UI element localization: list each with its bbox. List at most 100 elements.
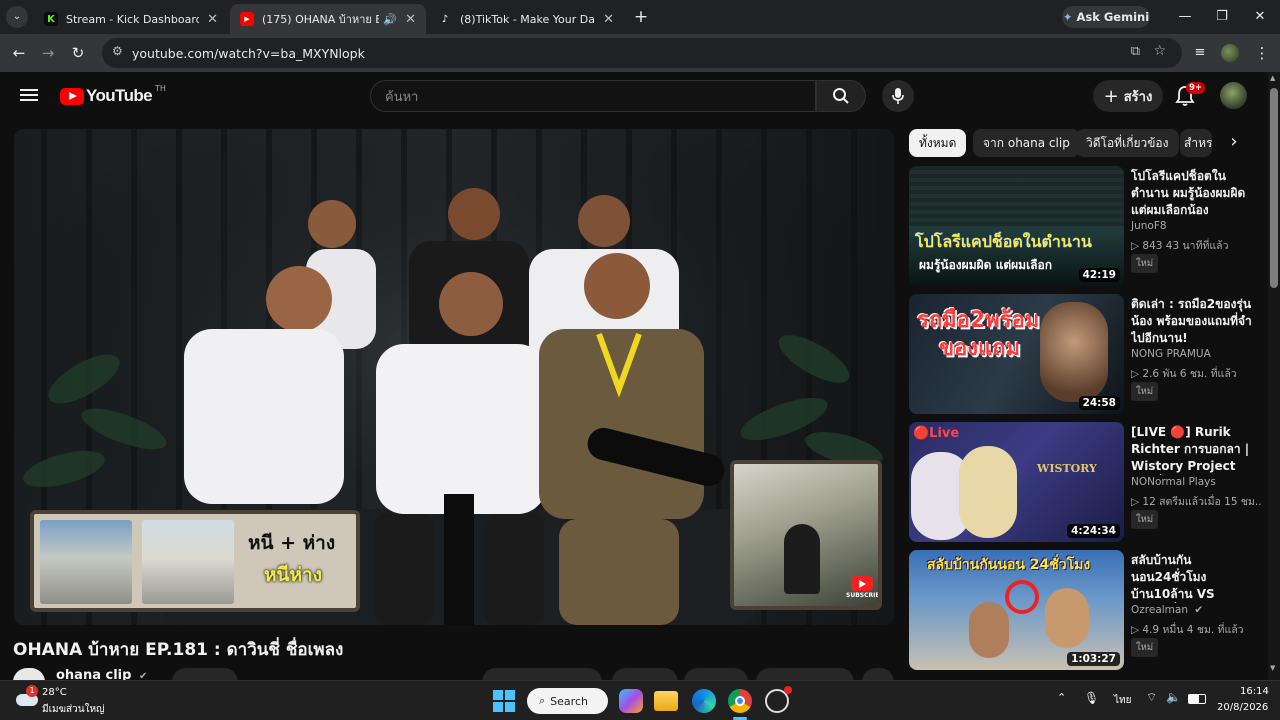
wifi-icon[interactable]: ⌔ xyxy=(1146,690,1157,705)
back-button[interactable]: ← xyxy=(7,41,31,65)
channel-name[interactable]: NONG PRAMUA xyxy=(1131,348,1211,360)
create-button[interactable]: + สร้าง xyxy=(1093,80,1163,112)
hamburger-menu-icon[interactable] xyxy=(20,86,38,104)
battery-icon[interactable] xyxy=(1188,694,1206,704)
youtube-logo-text: YouTube xyxy=(86,86,153,105)
video-duration: 4:24:34 xyxy=(1067,524,1120,538)
new-badge: ใหม่ xyxy=(1131,254,1159,273)
browser-tab-tiktok[interactable]: ♪ (8)TikTok - Make Your Day ✕ xyxy=(428,4,624,34)
search-button[interactable] xyxy=(816,80,866,112)
speaker-icon[interactable]: 🔊 xyxy=(383,13,397,26)
view-count: ▷ 843 43 นาทีที่แล้ว xyxy=(1131,240,1229,252)
recommendation-item[interactable]: รถมือ2พร้อม ของแถม 24:58 ติดเล่า : รถมือ… xyxy=(909,294,1265,416)
weather-widget[interactable]: 1 28°C มีเมฆส่วนใหญ่ xyxy=(14,685,134,717)
media-control-icon[interactable]: ≡ xyxy=(1188,41,1212,65)
taskbar-search-box[interactable]: ⌕ Search xyxy=(527,688,608,714)
chip-related[interactable]: วิดีโอที่เกี่ยวข้อง xyxy=(1076,129,1179,157)
chip-all[interactable]: ทั้งหมด xyxy=(909,129,967,157)
ask-gemini-button[interactable]: ✦ Ask Gemini xyxy=(1062,6,1150,28)
video-duration: 24:58 xyxy=(1078,396,1120,410)
bookmark-star-icon[interactable]: ☆ xyxy=(1153,43,1166,59)
video-player[interactable]: หนี + ห่าง หนีห่าง SUBSCRIBE xyxy=(14,129,894,625)
channel-name[interactable]: Ozrealman ✔ xyxy=(1131,604,1203,616)
close-tab-icon[interactable]: ✕ xyxy=(603,12,614,27)
browser-tab-youtube[interactable]: ▶ (175) OHANA บ้าหาย EP.181 🔊 ✕ xyxy=(230,4,426,34)
video-duration: 1:03:27 xyxy=(1067,652,1120,666)
close-window-button[interactable]: ✕ xyxy=(1245,6,1275,28)
recording-app-icon[interactable] xyxy=(765,686,792,713)
video-thumbnail[interactable]: 🔴Live WISTORY 4:24:34 xyxy=(909,422,1124,542)
maximize-button[interactable]: ❐ xyxy=(1207,6,1237,28)
search-placeholder: ค้นหา xyxy=(385,89,419,105)
video-title[interactable]: [LIVE 🔴] Rurik Richter การบอกลา | Wistor… xyxy=(1131,424,1261,475)
notifications-button[interactable]: 9+ xyxy=(1175,82,1206,109)
recommendation-item[interactable]: สลับบ้านกันนอน 24ชั่วโมง 1:03:27 สลับบ้า… xyxy=(909,550,1265,672)
chips-next-arrow-icon[interactable]: › xyxy=(1222,131,1246,155)
install-app-icon[interactable]: ⧉ xyxy=(1131,44,1140,59)
voice-search-button[interactable] xyxy=(882,80,914,112)
windows-start-icon[interactable] xyxy=(492,689,516,713)
tab-search-dropdown[interactable]: ⌄ xyxy=(6,6,28,28)
forward-button[interactable]: → xyxy=(36,41,60,65)
verified-icon: ✔ xyxy=(1194,604,1204,616)
recommendation-item[interactable]: โปโลรีแคปช็อตในตำนาน ผมรู้น้องผมผิด แต่ผ… xyxy=(909,166,1265,288)
search-icon xyxy=(833,88,849,104)
scrollbar-down-arrow-icon[interactable]: ▼ xyxy=(1270,664,1275,672)
video-title[interactable]: โปโลรีแคปช็อตในตำนาน ผมรู้น้องผมผิด แต่ผ… xyxy=(1131,168,1261,219)
file-explorer-icon[interactable] xyxy=(654,691,678,711)
close-tab-icon[interactable]: ✕ xyxy=(405,12,416,27)
plus-icon: + xyxy=(1103,85,1119,107)
channel-name[interactable]: JunoF8 xyxy=(1131,220,1167,232)
browser-menu-icon[interactable]: ⋮ xyxy=(1250,41,1274,65)
address-bar[interactable]: ⚙ youtube.com/watch?v=ba_MXYNlopk ⧉ ☆ xyxy=(102,38,1182,68)
edge-icon[interactable] xyxy=(692,689,716,713)
chrome-icon[interactable] xyxy=(728,689,752,713)
youtube-play-icon xyxy=(60,87,84,105)
account-avatar[interactable] xyxy=(1220,82,1247,109)
channel-name[interactable]: NONormal Plays xyxy=(1131,476,1216,488)
profile-avatar[interactable] xyxy=(1221,44,1239,62)
chip-for-you[interactable]: สำหร xyxy=(1180,129,1212,157)
search-icon: ⌕ xyxy=(539,694,546,707)
microphone-tray-icon[interactable]: 🎙 xyxy=(1084,691,1099,705)
copilot-icon[interactable] xyxy=(619,689,643,713)
show-hidden-icons-chevron-icon[interactable]: ⌃ xyxy=(1057,691,1066,704)
video-title[interactable]: ติดเล่า : รถมือ2ของรุ่นน้อง พร้อมของแถมท… xyxy=(1131,296,1261,347)
weather-alert-badge: 1 xyxy=(26,685,38,697)
channel-name-text: Ozrealman xyxy=(1131,604,1188,616)
overlay-text-2: หนีห่าง xyxy=(264,564,322,586)
url-text: youtube.com/watch?v=ba_MXYNlopk xyxy=(132,45,365,61)
volume-icon[interactable]: 🔈 xyxy=(1166,690,1181,704)
pip-overlay: SUBSCRIBE xyxy=(730,460,882,610)
minimize-button[interactable]: — xyxy=(1170,6,1200,28)
overlay-text-1: หนี + ห่าง xyxy=(248,532,336,554)
subscribe-badge: SUBSCRIBE xyxy=(846,576,878,604)
thumb-headline: โปโลรีแคปช็อตในตำนาน xyxy=(915,232,1092,251)
input-language[interactable]: ไทย xyxy=(1114,693,1131,708)
page-scrollbar[interactable]: ▲ ▼ xyxy=(1268,72,1280,680)
reload-button[interactable]: ↻ xyxy=(66,41,90,65)
clock-date[interactable]: 20/8/2026 xyxy=(1217,702,1268,713)
thumb-subline: ผมรู้น้องผมผิด แต่ผมเลือก xyxy=(919,258,1052,272)
youtube-logo[interactable]: YouTube TH xyxy=(60,84,166,106)
chip-from-channel[interactable]: จาก ohana clip xyxy=(973,129,1080,157)
video-thumbnail[interactable]: รถมือ2พร้อม ของแถม 24:58 xyxy=(909,294,1124,414)
new-tab-button[interactable]: + xyxy=(630,8,652,28)
game-overlay-panel: หนี + ห่าง หนีห่าง xyxy=(30,510,360,612)
browser-tab-kick[interactable]: K Stream - Kick Dashboard ✕ xyxy=(34,4,228,34)
recommendation-item[interactable]: 🔴Live WISTORY 4:24:34 [LIVE 🔴] Rurik Ric… xyxy=(909,422,1265,544)
search-input[interactable]: ค้นหา xyxy=(370,80,816,112)
site-info-icon[interactable]: ⚙ xyxy=(112,44,123,58)
video-title[interactable]: สลับบ้านกันนอน24ชั่วโมง บ้าน10ล้าน VS บ้… xyxy=(1131,552,1261,603)
video-thumbnail[interactable]: สลับบ้านกันนอน 24ชั่วโมง 1:03:27 xyxy=(909,550,1124,670)
video-duration: 42:19 xyxy=(1078,268,1120,282)
thumb-wistory-logo: WISTORY xyxy=(1037,462,1097,475)
clock-time[interactable]: 16:14 xyxy=(1240,686,1269,697)
tiktok-favicon-icon: ♪ xyxy=(438,12,452,26)
scrollbar-thumb[interactable] xyxy=(1270,88,1278,288)
scrollbar-up-arrow-icon[interactable]: ▲ xyxy=(1270,74,1275,82)
weather-desc: มีเมฆส่วนใหญ่ xyxy=(42,704,105,715)
close-tab-icon[interactable]: ✕ xyxy=(207,12,218,27)
notification-count-badge: 9+ xyxy=(1186,82,1206,94)
video-thumbnail[interactable]: โปโลรีแคปช็อตในตำนาน ผมรู้น้องผมผิด แต่ผ… xyxy=(909,166,1124,286)
